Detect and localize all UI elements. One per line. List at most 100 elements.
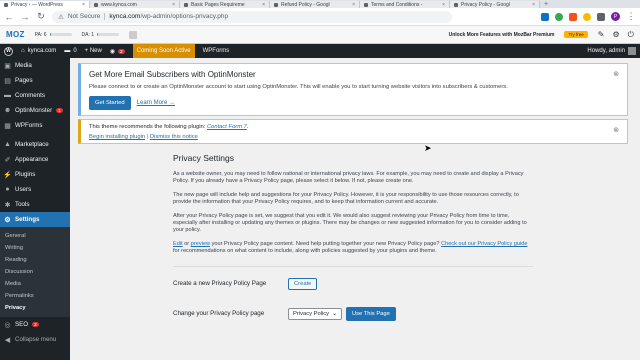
new-tab-icon[interactable]: + (540, 1, 552, 8)
updates-link[interactable]: ◉ 2 (110, 48, 125, 55)
back-icon[interactable]: ← (4, 12, 14, 22)
create-button[interactable]: Create (288, 277, 318, 290)
begin-installing-link[interactable]: Begin installing plugin (89, 134, 145, 140)
try-free-button[interactable]: Try free (564, 31, 588, 38)
account-menu[interactable]: Howdy, admin (587, 47, 636, 55)
howdy-text: Howdy, admin (587, 48, 625, 54)
url-input[interactable]: ⚠ Not Secure kynca.com/wp-admin/options-… (52, 10, 452, 23)
submenu-item-permalinks[interactable]: Permalinks (0, 290, 70, 302)
sidebar-item-label: Pages (15, 77, 33, 84)
close-tab-icon[interactable]: × (82, 2, 85, 8)
wordpress-logo-icon[interactable]: W (4, 46, 13, 56)
sidebar-item-marketplace[interactable]: ▲ Marketplace (0, 137, 70, 152)
privacy-settings: Privacy Settings As a website owner, you… (173, 153, 533, 321)
change-policy-row: Change your Privacy Policy page Privacy … (173, 306, 533, 321)
submenu-item-discussion[interactable]: Discussion (0, 266, 70, 278)
sidebar-item-media[interactable]: ▣ Media (0, 58, 70, 73)
tab-label: Basic Pages Requireme (191, 1, 245, 8)
site-name-link[interactable]: ⌂ kynca.com (21, 48, 56, 54)
submenu-item-writing[interactable]: Writing (0, 242, 70, 254)
site-favicon-icon (184, 2, 188, 7)
browser-tab[interactable]: Terms and Conditions - × (360, 1, 450, 8)
close-tab-icon[interactable]: × (262, 2, 265, 8)
submenu-item-general[interactable]: General (0, 230, 70, 242)
highlight-icon[interactable]: ✎ (598, 30, 605, 40)
sidebar-item-pages[interactable]: ▤ Pages (0, 73, 70, 88)
dismiss-notice-link[interactable]: Dismiss this notice (150, 134, 198, 140)
browser-tab[interactable]: Privacy Policy - Googl × (450, 1, 540, 8)
sidebar-item-comments[interactable]: ▬ Comments (0, 88, 70, 103)
dismiss-notice-icon[interactable]: ⊗ (613, 126, 619, 134)
collapse-menu-button[interactable]: ◀ Collapse menu (0, 332, 70, 347)
sidebar-item-optinmonster[interactable]: ☻ OptinMonster 1 (0, 103, 70, 118)
browser-tab[interactable]: Refund Policy - Googl × (270, 1, 360, 8)
sidebar-item-label: Marketplace (15, 141, 49, 148)
mozbar: MOZ PA: 6 DA: 1 Unlock More Features wit… (0, 26, 640, 44)
use-this-page-button[interactable]: Use This Page (345, 306, 396, 321)
create-policy-row: Create a new Privacy Policy Page Create (173, 277, 533, 291)
sidebar-item-settings[interactable]: ⚙ Settings (0, 212, 70, 227)
browser-tab[interactable]: www.kynca.com × (90, 1, 180, 8)
learn-more-link[interactable]: Learn More → (137, 100, 175, 106)
edit-link[interactable]: Edit (173, 241, 183, 247)
dismiss-notice-icon[interactable]: ⊗ (613, 70, 619, 78)
link-icon[interactable] (129, 30, 138, 39)
pages-icon: ▤ (4, 77, 11, 85)
moz-tools: ✎ ⚙ ⏻ (598, 30, 634, 40)
browser-tab[interactable]: Basic Pages Requireme × (180, 1, 270, 8)
sidebar-item-users[interactable]: ● Users (0, 182, 70, 197)
pa-label: PA: 6 (34, 31, 47, 38)
profile-avatar-icon[interactable]: P (611, 12, 620, 21)
submenu-item-reading[interactable]: Reading (0, 254, 70, 266)
sidebar-item-label: Settings (15, 216, 40, 223)
sidebar-item-label: Plugins (15, 171, 36, 178)
tab-label: Privacy Policy - Googl (461, 1, 510, 8)
collapse-label: Collapse menu (15, 336, 57, 343)
moz-logo: MOZ (6, 30, 25, 39)
updates-badge: 2 (118, 48, 125, 54)
menu-dots-icon[interactable]: ⋮ (626, 11, 636, 22)
puzzle-icon[interactable] (597, 12, 605, 21)
create-policy-label: Create a new Privacy Policy Page (173, 280, 267, 288)
reload-icon[interactable]: ↻ (36, 11, 46, 22)
settings-icon: ⚙ (4, 216, 11, 224)
extension-icon[interactable] (583, 12, 591, 21)
settings-gear-icon[interactable]: ⚙ (613, 30, 620, 40)
close-tab-icon[interactable]: × (352, 2, 355, 8)
browser-tab[interactable]: Privacy ‹ — WordPress × (0, 1, 90, 8)
extension-icon[interactable] (569, 12, 577, 21)
page-authority: PA: 6 (35, 32, 72, 38)
moz-extension-icon[interactable] (541, 12, 549, 21)
sidebar-item-appearance[interactable]: ✐ Appearance (0, 152, 70, 167)
admin-sidebar: ▣ Media ▤ Pages ▬ Comments ☻ OptinMonster 1 ▦… (0, 58, 70, 360)
coming-soon-status[interactable]: Coming Soon Active (132, 44, 195, 58)
comments-link[interactable]: ▬ 0 (64, 48, 76, 54)
new-content-link[interactable]: + New (85, 48, 102, 54)
optinmonster-icon: ☻ (3, 107, 12, 114)
contact-form-7-link[interactable]: Contact Form 7 (207, 124, 247, 130)
sidebar-item-label: OptinMonster (15, 107, 53, 114)
forward-icon[interactable]: → (20, 12, 30, 22)
grammarly-extension-icon[interactable] (555, 12, 563, 21)
updates-icon: ◉ (109, 48, 116, 55)
sidebar-item-plugins[interactable]: ⚡ Plugins (0, 167, 70, 182)
notice-text: Please connect to or create an OptinMons… (89, 84, 508, 90)
pa-bar (49, 33, 72, 36)
close-tab-icon[interactable]: × (172, 2, 175, 8)
preview-link[interactable]: preview (191, 241, 210, 247)
optinmonster-notice: Get More Email Subscribers with OptinMon… (78, 63, 628, 116)
submenu-item-media[interactable]: Media (0, 278, 70, 290)
close-tab-icon[interactable]: × (532, 2, 535, 8)
get-started-button[interactable]: Get Started (89, 96, 131, 110)
sidebar-item-tools[interactable]: ✱ Tools (0, 197, 70, 212)
privacy-paragraph: Edit or preview your Privacy Policy page… (173, 241, 533, 256)
sidebar-item-seo[interactable]: ◎ SEO 2 (0, 317, 70, 332)
privacy-page-select[interactable]: Privacy Policy ⌄ (288, 307, 342, 320)
power-icon[interactable]: ⏻ (628, 30, 634, 40)
close-tab-icon[interactable]: × (442, 2, 445, 8)
site-favicon-icon (94, 2, 98, 7)
wpforms-link[interactable]: WPForms (203, 48, 230, 54)
privacy-guide-link[interactable]: Check out our Privacy Policy guide (441, 241, 527, 247)
sidebar-item-wpforms[interactable]: ▦ WPForms (0, 118, 70, 133)
submenu-item-privacy[interactable]: Privacy (0, 302, 70, 314)
